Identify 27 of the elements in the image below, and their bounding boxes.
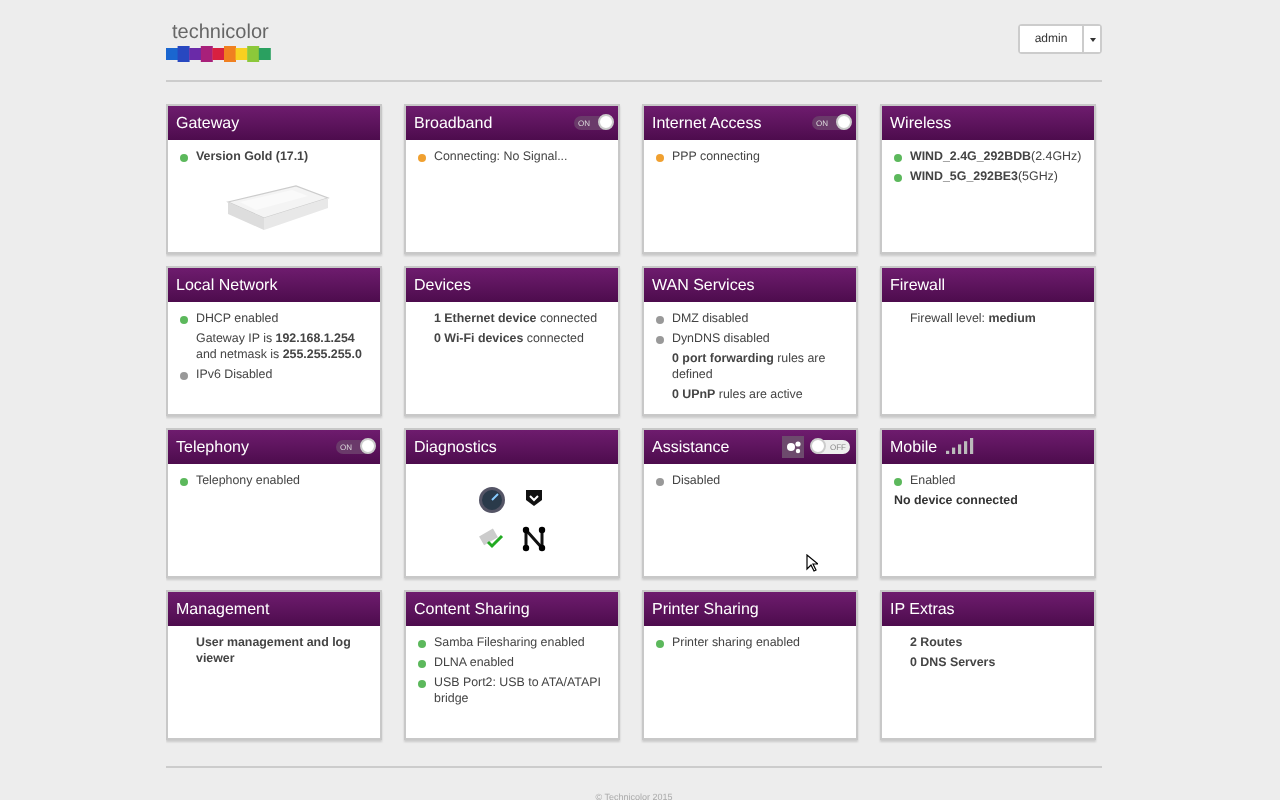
card-title: Diagnostics	[414, 438, 499, 456]
card-title: Gateway	[176, 114, 242, 132]
card-title: Telephony	[176, 438, 251, 456]
gauge-icon	[478, 486, 506, 514]
shield-icon	[522, 486, 546, 510]
check-icon	[478, 526, 504, 550]
dropdown-button[interactable]	[1082, 26, 1100, 52]
card-title: Internet Access	[652, 114, 764, 132]
card-title: Content Sharing	[414, 600, 532, 618]
card-title: Printer Sharing	[652, 600, 761, 618]
card-title: IP Extras	[890, 600, 957, 618]
network-icon	[522, 526, 546, 552]
settings-icon	[785, 440, 801, 454]
settings-button[interactable]	[782, 436, 804, 458]
card-title: Local Network	[176, 276, 280, 294]
card-title: Firewall	[890, 276, 948, 294]
logo-text: technicolor	[170, 24, 271, 44]
card-title: Wireless	[890, 114, 954, 132]
card-title: Mobile	[890, 438, 938, 456]
logo-color-bar	[166, 46, 272, 62]
caret-icon	[1089, 37, 1095, 41]
card-title: Devices	[414, 276, 473, 294]
card-title: Management	[176, 600, 272, 618]
card-title: Assistance	[652, 438, 732, 456]
card-title: Broadband	[414, 114, 495, 132]
card-title: WAN Services	[652, 276, 757, 294]
cursor-icon	[806, 554, 818, 572]
